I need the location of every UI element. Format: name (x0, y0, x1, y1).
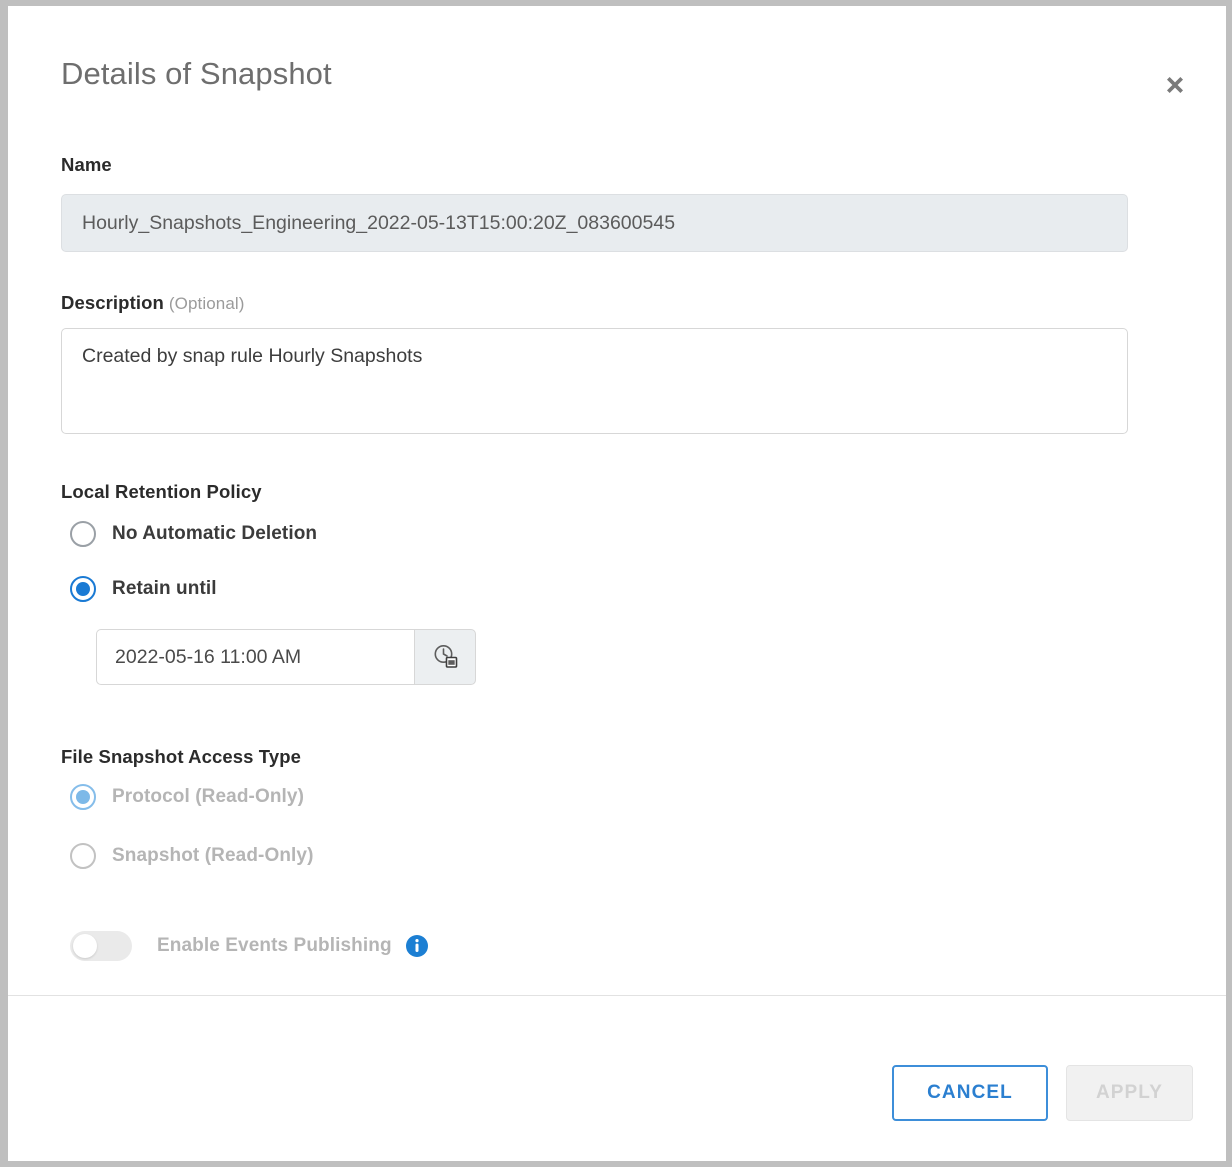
apply-button: APPLY (1066, 1065, 1193, 1121)
close-icon (1162, 72, 1188, 98)
radio-retain-until-label: Retain until (112, 578, 217, 599)
retain-until-date-input[interactable] (96, 629, 414, 685)
radio-unchecked-icon (70, 521, 96, 547)
file-snapshot-access-type-label: File Snapshot Access Type (61, 746, 301, 767)
details-of-snapshot-dialog: Details of Snapshot Name Description(Opt… (8, 6, 1226, 1161)
radio-unchecked-disabled-icon (70, 843, 96, 869)
toggle-knob (73, 934, 97, 958)
page-background: Details of Snapshot Name Description(Opt… (0, 0, 1232, 1167)
page-title: Details of Snapshot (61, 56, 332, 91)
enable-events-publishing-toggle (70, 931, 132, 961)
radio-protocol-read-only-label: Protocol (Read-Only) (112, 786, 305, 807)
enable-events-publishing-label: Enable Events Publishing (157, 935, 392, 956)
radio-no-automatic-deletion[interactable]: No Automatic Deletion (70, 521, 317, 547)
dialog-footer: CANCEL APPLY (8, 996, 1226, 1161)
radio-retain-until[interactable]: Retain until (70, 576, 217, 602)
name-field-label: Name (61, 154, 112, 175)
radio-no-automatic-deletion-label: No Automatic Deletion (112, 523, 318, 544)
description-label-text: Description (61, 292, 164, 313)
description-input[interactable] (61, 328, 1128, 434)
cancel-button[interactable]: CANCEL (892, 1065, 1048, 1121)
retain-until-date-group (96, 629, 476, 685)
enable-events-publishing-row: Enable Events Publishing (70, 931, 429, 961)
radio-snapshot-read-only-label: Snapshot (Read-Only) (112, 845, 314, 866)
description-field-label: Description (Optional) (61, 292, 245, 314)
info-icon[interactable] (405, 934, 429, 958)
date-picker-button[interactable] (414, 629, 476, 685)
radio-checked-disabled-icon (70, 784, 96, 810)
local-retention-policy-label: Local Retention Policy (61, 481, 262, 502)
calendar-clock-icon (431, 642, 459, 673)
radio-snapshot-read-only: Snapshot (Read-Only) (70, 843, 314, 869)
close-button[interactable] (1154, 64, 1196, 106)
radio-checked-icon (70, 576, 96, 602)
name-input[interactable] (61, 194, 1128, 252)
radio-protocol-read-only: Protocol (Read-Only) (70, 784, 304, 810)
description-optional-tag: (Optional) (168, 294, 245, 313)
dialog-header: Details of Snapshot (8, 6, 1226, 126)
